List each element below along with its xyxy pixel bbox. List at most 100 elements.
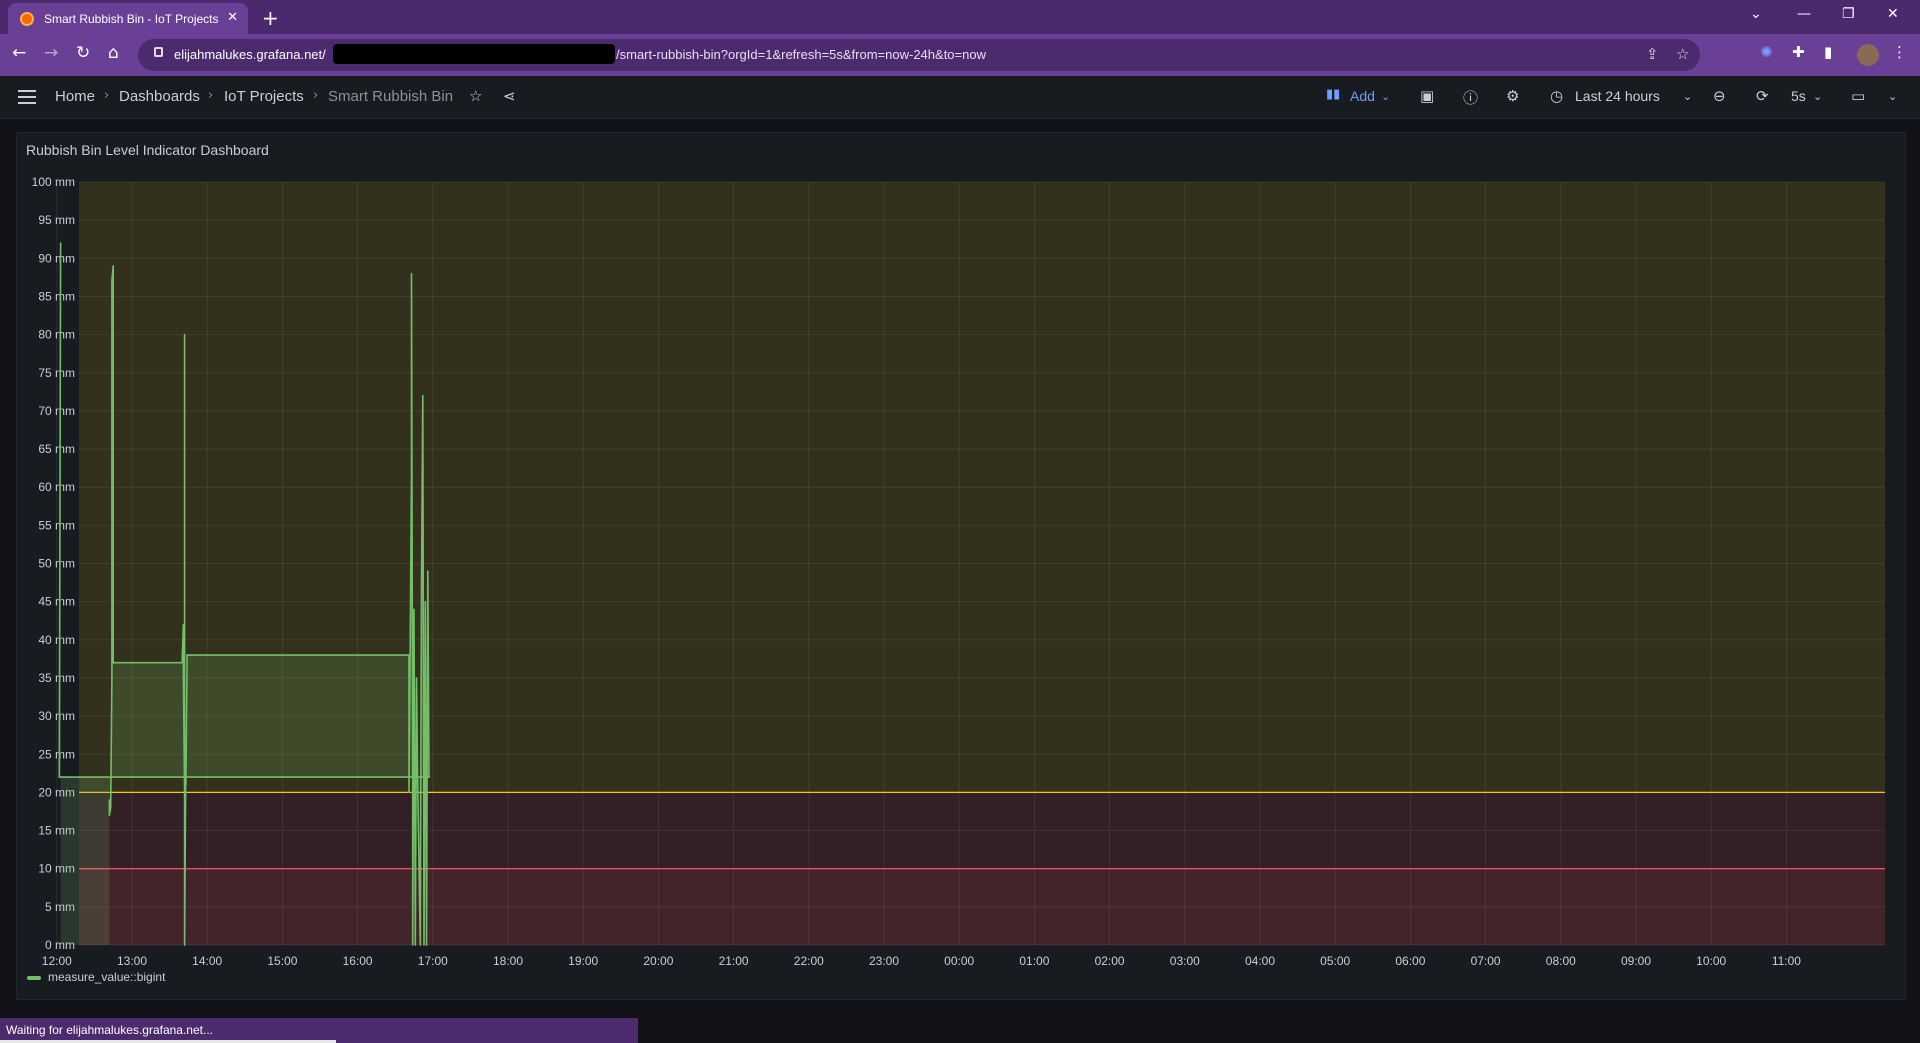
data-point (409, 646, 412, 649)
grafana-favicon-icon (20, 11, 34, 26)
breadcrumb-separator-icon: › (208, 88, 214, 103)
data-point (408, 791, 410, 794)
tab-search-icon[interactable]: ⌄ (1750, 6, 1762, 22)
data-point (58, 776, 61, 778)
extension-icon[interactable]: ✺ (1760, 43, 1773, 61)
data-point (182, 623, 185, 626)
close-window-icon[interactable]: ✕ (1887, 6, 1899, 22)
data-point (420, 585, 423, 588)
breadcrumb-home[interactable]: Home (55, 88, 95, 105)
x-tick-label: 17:00 (418, 954, 448, 968)
url-path: /smart-rubbish-bin?orgId=1&refresh=5s&fr… (616, 47, 986, 62)
breadcrumb-current: Smart Rubbish Bin (328, 88, 454, 105)
data-point (425, 944, 428, 946)
address-bar[interactable]: elijahmalukes.grafana.net/ /smart-rubbis… (138, 39, 1700, 71)
back-icon[interactable]: ← (12, 43, 26, 63)
y-tick-label: 100 mm (32, 175, 75, 189)
tv-mode-icon[interactable]: ▭ (1851, 87, 1865, 105)
redacted-url-segment (333, 44, 615, 64)
data-point (112, 661, 114, 664)
x-tick-label: 21:00 (719, 954, 749, 968)
data-point (185, 745, 187, 748)
breadcrumb-separator-icon: › (104, 88, 110, 103)
data-point (109, 806, 112, 809)
star-icon[interactable]: ☆ (469, 87, 482, 105)
save-icon[interactable]: ▣ (1420, 87, 1434, 105)
x-tick-label: 03:00 (1170, 954, 1200, 968)
data-point (182, 677, 185, 679)
add-button[interactable]: Add (1350, 88, 1375, 104)
browser-tab-strip: Smart Rubbish Bin - IoT Projects ✕ + ⌄ —… (0, 0, 1920, 34)
data-point (408, 654, 410, 656)
data-point (183, 944, 186, 946)
forward-icon[interactable]: → (44, 43, 58, 63)
x-tick-label: 07:00 (1471, 954, 1501, 968)
x-tick-label: 08:00 (1546, 954, 1576, 968)
x-tick-label: 22:00 (794, 954, 824, 968)
restore-icon[interactable]: ❐ (1842, 6, 1855, 22)
data-point (413, 608, 415, 611)
profile-avatar[interactable] (1857, 44, 1879, 66)
data-point (421, 394, 424, 397)
browser-menu-icon[interactable]: ⋮ (1892, 43, 1907, 61)
browser-toolbar: ← → ↻ ⌂ elijahmalukes.grafana.net/ /smar… (0, 34, 1920, 76)
legend-swatch (27, 976, 41, 980)
reload-icon[interactable]: ↻ (76, 43, 90, 63)
clock-icon: ◷ (1550, 87, 1564, 105)
extensions-puzzle-icon[interactable]: ✚ (1792, 43, 1805, 61)
x-tick-label: 11:00 (1772, 954, 1801, 968)
data-point (415, 677, 418, 679)
home-icon[interactable]: ⌂ (108, 43, 119, 63)
bookmark-star-icon[interactable]: ☆ (1676, 45, 1689, 63)
timeseries-panel[interactable]: Rubbish Bin Level Indicator Dashboard 0 … (16, 132, 1906, 1000)
x-tick-label: 18:00 (493, 954, 523, 968)
add-panel-icon: ▮▮ (1326, 87, 1341, 102)
chevron-down-icon: ⌄ (1813, 90, 1823, 103)
data-point (186, 654, 188, 656)
close-tab-icon[interactable]: ✕ (227, 10, 238, 25)
x-tick-label: 14:00 (192, 954, 222, 968)
info-icon[interactable]: ⓘ (1463, 87, 1478, 108)
data-point (181, 661, 183, 664)
refresh-icon[interactable]: ⟳ (1756, 87, 1769, 105)
x-tick-label: 23:00 (869, 954, 899, 968)
time-range-picker[interactable]: Last 24 hours (1575, 88, 1660, 104)
data-point (185, 783, 187, 786)
data-point (410, 471, 413, 473)
chevron-down-icon[interactable]: ⌄ (1888, 90, 1897, 103)
minimize-icon[interactable]: — (1797, 6, 1811, 22)
x-tick-label: 20:00 (643, 954, 673, 968)
data-point (414, 944, 417, 946)
zoom-out-icon[interactable]: ⊖ (1713, 87, 1726, 105)
x-tick-label: 15:00 (267, 954, 297, 968)
chevron-down-icon: ⌄ (1381, 90, 1391, 103)
data-point (416, 791, 419, 794)
browser-tab[interactable]: Smart Rubbish Bin - IoT Projects ✕ (8, 3, 248, 34)
data-point (411, 944, 414, 946)
x-tick-label: 00:00 (944, 954, 974, 968)
menu-icon[interactable] (18, 90, 36, 104)
x-tick-label: 06:00 (1395, 954, 1425, 968)
chevron-down-icon: ⌄ (1683, 90, 1693, 103)
data-point (108, 814, 111, 817)
x-tick-label: 19:00 (568, 954, 598, 968)
status-text: Waiting for elijahmalukes.grafana.net... (6, 1023, 213, 1037)
x-tick-label: 01:00 (1019, 954, 1049, 968)
x-tick-label: 09:00 (1621, 954, 1651, 968)
settings-gear-icon[interactable]: ⚙ (1506, 87, 1519, 105)
data-point (111, 677, 113, 679)
data-point (59, 242, 62, 244)
new-tab-icon[interactable]: + (262, 6, 279, 30)
x-tick-label: 10:00 (1696, 954, 1726, 968)
url-host: elijahmalukes.grafana.net/ (174, 47, 326, 62)
share-page-icon[interactable]: ⇪ (1646, 45, 1659, 63)
share-icon[interactable]: ⋖ (503, 87, 516, 105)
breadcrumb-folder[interactable]: IoT Projects (224, 88, 304, 105)
legend-label[interactable]: measure_value::bigint (48, 970, 166, 984)
refresh-interval-picker[interactable]: 5s (1791, 88, 1806, 104)
x-tick-label: 04:00 (1245, 954, 1275, 968)
timeseries-chart[interactable]: 0 mm5 mm10 mm15 mm20 mm25 mm30 mm35 mm40… (17, 133, 1905, 999)
side-panel-icon[interactable]: ▮ (1824, 43, 1832, 61)
data-point (410, 272, 413, 275)
breadcrumb-dashboards[interactable]: Dashboards (119, 88, 200, 105)
